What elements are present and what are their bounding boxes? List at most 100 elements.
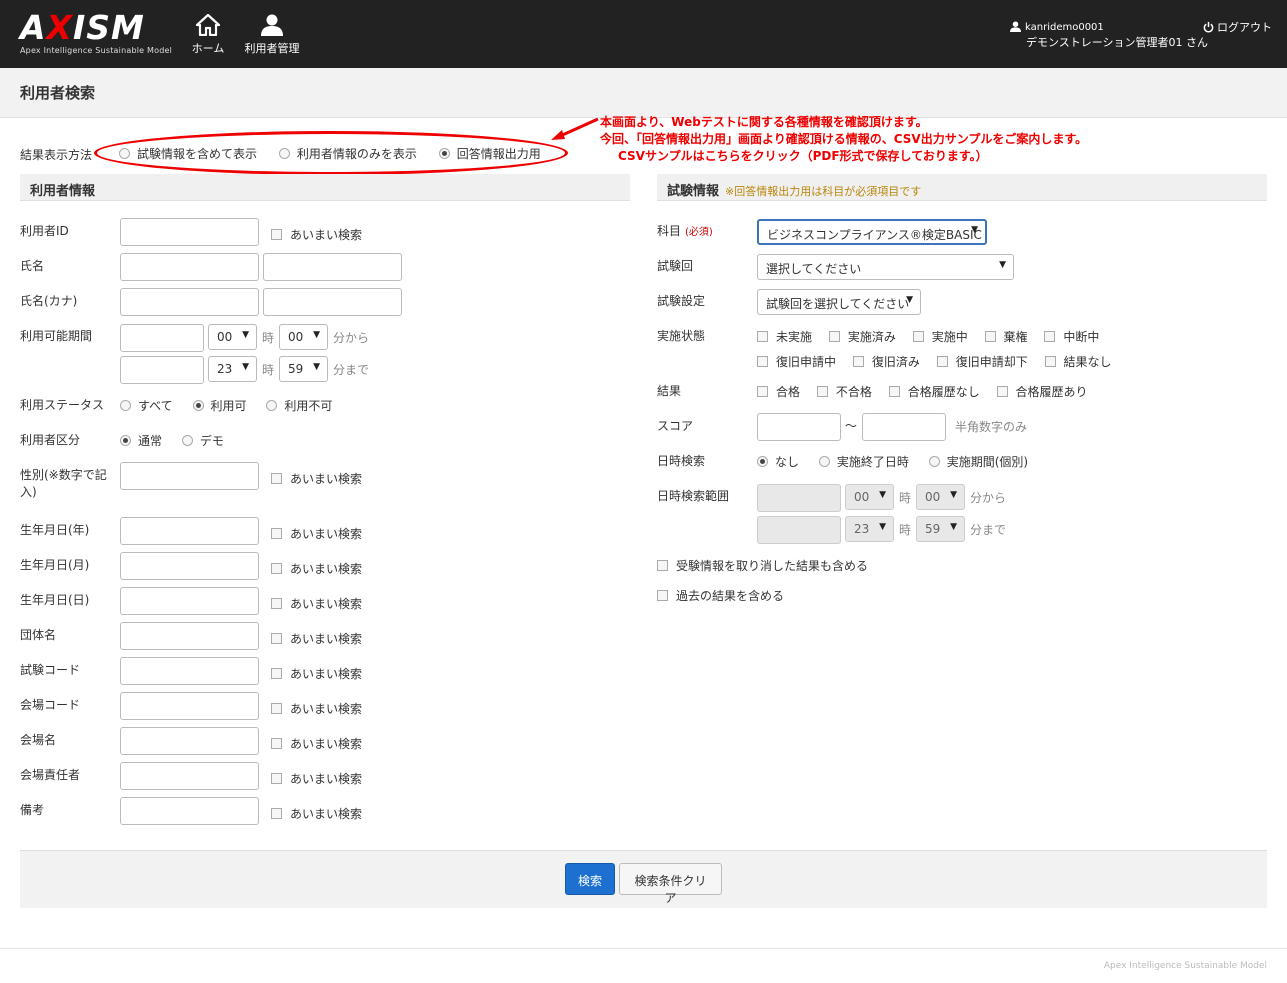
venue-code-input[interactable] [120,692,259,720]
radio[interactable] [181,435,193,446]
state-no-result[interactable]: 結果なし [1044,355,1112,369]
score-min-input[interactable] [757,413,841,441]
checkbox[interactable] [271,598,282,609]
range-to-hour-select[interactable]: 23 [845,516,894,542]
checkbox[interactable] [271,738,282,749]
checkbox[interactable] [912,331,924,342]
checkbox[interactable] [271,229,282,240]
birth-day-input[interactable] [120,587,259,615]
state-not-started[interactable]: 未実施 [757,330,812,344]
last-name-kana-input[interactable] [120,288,259,316]
result-pass[interactable]: 合格 [757,385,800,399]
venue-name-fuzzy[interactable]: あいまい検索 [271,735,362,752]
state-restored[interactable]: 復旧済み [852,355,920,369]
period-from-date-input[interactable] [120,324,204,352]
subject-select[interactable]: ビジネスコンプライアンス®検定BASIC [757,219,987,245]
state-restore-requested[interactable]: 復旧申請中 [757,355,836,369]
search-button[interactable]: 検索 [565,863,615,895]
org-input[interactable] [120,622,259,650]
checkbox[interactable] [271,563,282,574]
checkbox[interactable] [888,386,900,397]
venue-name-input[interactable] [120,727,259,755]
checkbox[interactable] [1044,356,1056,367]
checkbox[interactable] [852,356,864,367]
birth-year-input[interactable] [120,517,259,545]
venue-manager-input[interactable] [120,762,259,790]
checkbox[interactable] [271,633,282,644]
status-all[interactable]: すべて [120,399,173,413]
category-demo[interactable]: デモ [181,434,224,448]
period-from-minute-select[interactable]: 00 [279,324,328,350]
include-past-option[interactable]: 過去の結果を含める [657,587,784,604]
state-completed[interactable]: 実施済み [828,330,896,344]
checkbox[interactable] [757,331,768,342]
range-to-minute-select[interactable]: 59 [916,516,965,542]
exam-code-input[interactable] [120,657,259,685]
state-withdrawn[interactable]: 棄権 [984,330,1028,344]
range-from-minute-select[interactable]: 00 [916,484,965,510]
user-id-input[interactable] [120,218,259,246]
period-to-minute-select[interactable]: 59 [279,356,328,382]
checkbox[interactable] [996,386,1008,397]
result-has-pass-history[interactable]: 合格履歴あり [996,385,1088,399]
checkbox[interactable] [271,668,282,679]
org-fuzzy[interactable]: あいまい検索 [271,630,362,647]
memo-fuzzy[interactable]: あいまい検索 [271,805,362,822]
birth-month-fuzzy[interactable]: あいまい検索 [271,560,362,577]
radio[interactable] [818,456,830,467]
csv-sample-link[interactable]: CSVサンプルはこちらをクリック（PDF形式で保存しております。） [600,148,1087,165]
checkbox[interactable] [828,331,840,342]
setting-select[interactable]: 試験回を選択してください [757,289,921,315]
result-no-pass-history[interactable]: 合格履歴なし [888,385,980,399]
first-name-input[interactable] [263,253,402,281]
date-search-end[interactable]: 実施終了日時 [818,455,909,469]
result-fail[interactable]: 不合格 [816,385,872,399]
checkbox[interactable] [657,590,668,601]
checkbox[interactable] [1044,331,1056,342]
memo-input[interactable] [120,797,259,825]
date-search-none[interactable]: なし [757,455,799,469]
radio[interactable] [192,400,204,411]
user-id-fuzzy[interactable]: あいまい検索 [271,226,362,243]
state-restore-rejected[interactable]: 復旧申請却下 [936,355,1028,369]
last-name-input[interactable] [120,253,259,281]
status-available[interactable]: 利用可 [192,399,247,413]
annotation-text[interactable]: 本画面より、Webテストに関する各種情報を確認頂けます。 今回、「回答情報出力用… [600,114,1087,165]
period-to-hour-select[interactable]: 23 [208,356,257,382]
checkbox[interactable] [271,703,282,714]
axism-logo[interactable]: AXISM Apex Intelligence Sustainable Mode… [20,10,172,58]
birth-month-input[interactable] [120,552,259,580]
checkbox[interactable] [757,386,768,397]
logout-button[interactable]: ログアウト [1203,19,1272,35]
state-suspended[interactable]: 中断中 [1044,330,1099,344]
range-to-date-input[interactable] [757,516,841,544]
score-max-input[interactable] [862,413,946,441]
birth-day-fuzzy[interactable]: あいまい検索 [271,595,362,612]
checkbox[interactable] [816,386,828,397]
gender-fuzzy[interactable]: あいまい検索 [271,470,362,487]
nav-user-management[interactable]: 利用者管理 [242,14,302,56]
period-to-date-input[interactable] [120,356,204,384]
checkbox[interactable] [936,356,948,367]
date-search-period[interactable]: 実施期間(個別) [928,455,1028,469]
radio[interactable] [266,400,278,411]
nav-home[interactable]: ホーム [190,14,226,56]
checkbox[interactable] [271,473,282,484]
radio[interactable] [120,435,131,446]
radio[interactable] [757,456,768,467]
category-normal[interactable]: 通常 [120,434,162,448]
clear-button[interactable]: 検索条件クリア [619,863,722,905]
venue-code-fuzzy[interactable]: あいまい検索 [271,700,362,717]
checkbox[interactable] [657,560,668,571]
checkbox[interactable] [271,528,282,539]
period-from-hour-select[interactable]: 00 [208,324,257,350]
range-from-date-input[interactable] [757,484,841,512]
radio[interactable] [120,400,131,411]
checkbox[interactable] [757,356,768,367]
round-select[interactable]: 選択してください [757,254,1014,280]
checkbox[interactable] [984,331,996,342]
birth-year-fuzzy[interactable]: あいまい検索 [271,525,362,542]
venue-manager-fuzzy[interactable]: あいまい検索 [271,770,362,787]
first-name-kana-input[interactable] [263,288,402,316]
checkbox[interactable] [271,773,282,784]
